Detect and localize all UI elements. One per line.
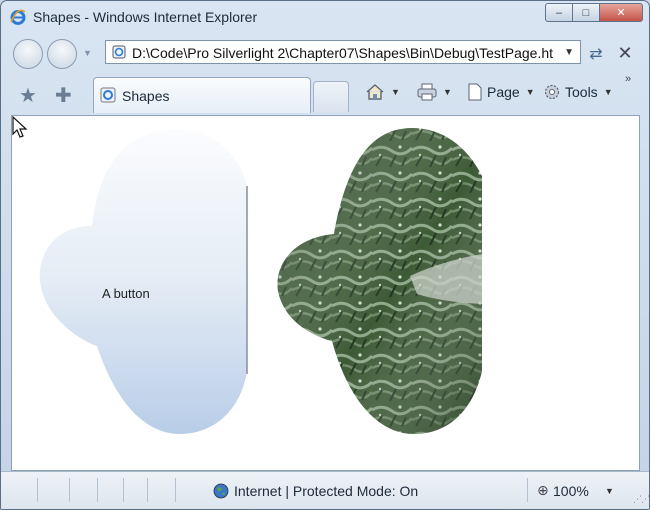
home-button[interactable]: ▼ <box>365 83 400 101</box>
new-tab-button[interactable] <box>313 81 349 112</box>
gear-icon <box>544 84 560 100</box>
browser-window: Shapes - Windows Internet Explorer – □ ✕… <box>0 0 650 510</box>
page-dropdown-icon: ▼ <box>525 87 535 97</box>
title-bar[interactable]: Shapes - Windows Internet Explorer – □ ✕ <box>1 1 649 35</box>
zoom-icon: ⊕ <box>537 482 549 498</box>
forward-button[interactable] <box>47 39 77 69</box>
ie-icon <box>10 9 26 25</box>
page-icon <box>112 45 126 59</box>
security-zone-text[interactable]: Internet | Protected Mode: On <box>234 483 418 499</box>
window-title: Shapes - Windows Internet Explorer <box>33 9 258 25</box>
home-icon <box>366 84 384 100</box>
tab-bar: ★ ✚ Shapes ▼ ▼ Page ▼ Tools ▼ » <box>1 71 649 115</box>
tab-label: Shapes <box>122 88 170 104</box>
page-content: A button <box>11 115 640 471</box>
tools-dropdown-icon: ▼ <box>603 87 613 97</box>
refresh-icon[interactable]: ⇄ <box>585 44 607 64</box>
status-divider <box>37 478 38 502</box>
tools-menu-label: Tools <box>565 84 598 100</box>
minimize-button[interactable]: – <box>545 3 573 22</box>
mouse-pointer-icon <box>12 116 28 138</box>
status-divider <box>123 478 124 502</box>
globe-icon <box>213 483 229 499</box>
home-dropdown-icon[interactable]: ▼ <box>391 87 400 97</box>
maximize-button[interactable]: □ <box>572 3 600 22</box>
button-label[interactable]: A button <box>102 286 150 301</box>
address-dropdown-icon[interactable]: ▼ <box>564 47 574 58</box>
ie-page-icon <box>100 87 116 103</box>
status-divider <box>147 478 148 502</box>
clipped-button-shape[interactable] <box>39 130 248 434</box>
page-menu-icon <box>468 83 482 101</box>
back-button[interactable] <box>13 39 43 69</box>
status-divider <box>69 478 70 502</box>
favorites-star-icon[interactable]: ★ <box>19 83 37 108</box>
add-favorite-icon[interactable]: ✚ <box>55 83 72 108</box>
address-url[interactable]: D:\Code\Pro Silverlight 2\Chapter07\Shap… <box>132 45 558 61</box>
print-icon <box>417 83 437 101</box>
page-menu[interactable]: Page ▼ <box>467 83 535 101</box>
resize-grip-icon[interactable]: ⋰⋰ <box>633 494 649 505</box>
zoom-level[interactable]: 100% <box>553 483 589 499</box>
zoom-dropdown-icon[interactable]: ▼ <box>605 486 614 496</box>
navigation-bar: ▼ D:\Code\Pro Silverlight 2\Chapter07\Sh… <box>1 35 649 71</box>
print-button[interactable]: ▼ <box>417 83 452 101</box>
recent-pages-arrow-icon[interactable]: ▼ <box>83 48 92 58</box>
status-divider <box>175 478 176 502</box>
clipped-image-shape <box>277 128 482 434</box>
stop-icon[interactable]: ✕ <box>613 43 637 65</box>
tools-menu[interactable]: Tools ▼ <box>543 83 613 101</box>
print-dropdown-icon[interactable]: ▼ <box>443 87 452 97</box>
tab-shapes[interactable]: Shapes <box>93 77 311 113</box>
status-divider <box>97 478 98 502</box>
status-bar: Internet | Protected Mode: On ⊕ 100% ▼ ⋰… <box>1 471 649 509</box>
more-commands-icon[interactable]: » <box>625 73 631 85</box>
page-menu-label: Page <box>487 84 520 100</box>
address-bar[interactable]: D:\Code\Pro Silverlight 2\Chapter07\Shap… <box>105 40 581 64</box>
caption-buttons: – □ ✕ <box>545 3 643 22</box>
close-button[interactable]: ✕ <box>599 3 643 22</box>
status-divider <box>527 478 528 502</box>
